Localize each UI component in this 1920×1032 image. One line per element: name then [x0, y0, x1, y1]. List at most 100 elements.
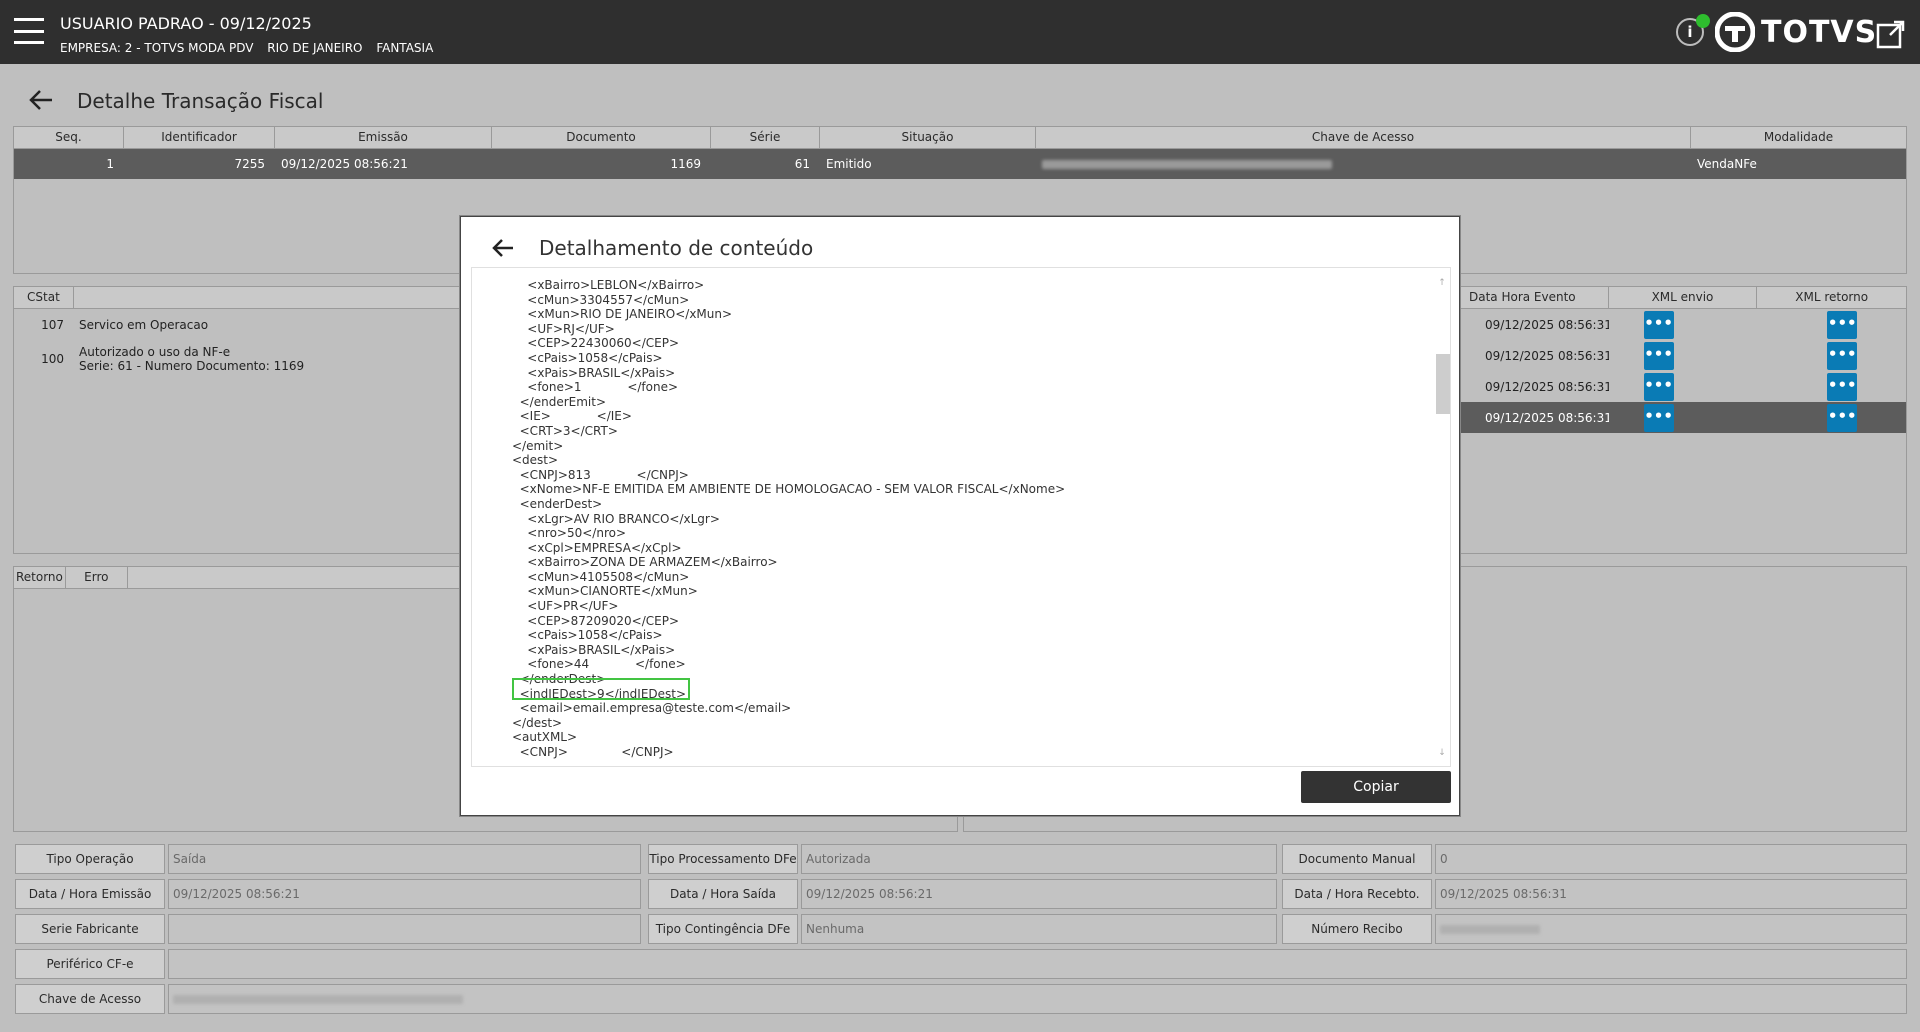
data-receb-label: Data / Hora Recebto.	[1282, 879, 1432, 909]
xml-envio-button[interactable]: •••	[1643, 341, 1674, 370]
company-fantasia: FANTASIA	[376, 41, 434, 55]
company-info: EMPRESA: 2 - TOTVS MODA PDV RIO DE JANEI…	[60, 41, 443, 55]
table-row[interactable]: 09/12/2025 08:56:31 ••• •••	[1436, 340, 1906, 371]
serie-fab-label: Serie Fabricante	[15, 914, 165, 944]
table-row[interactable]: 1 7255 09/12/2025 08:56:21 1169 61 Emiti…	[14, 149, 1906, 179]
col-seq[interactable]: Seq.	[14, 127, 124, 148]
col-modalidade[interactable]: Modalidade	[1691, 127, 1906, 148]
scroll-up-icon[interactable]: ↑	[1435, 276, 1449, 290]
cell-seq: 1	[106, 157, 114, 171]
periferico-field[interactable]	[168, 949, 1907, 979]
chave-field[interactable]	[168, 984, 1907, 1014]
xml-line: <cPais>1058</cPais>	[512, 628, 663, 643]
col-cstat[interactable]: CStat	[14, 287, 74, 308]
tipo-operacao-field[interactable]: Saída	[168, 844, 641, 874]
expand-icon[interactable]	[1876, 19, 1906, 49]
info-icon[interactable]: i	[1676, 14, 1710, 46]
xml-line: <xPais>BRASIL</xPais>	[512, 642, 676, 657]
xml-line: <autXML>	[512, 730, 578, 745]
chave-label: Chave de Acesso	[15, 984, 165, 1014]
col-erro[interactable]: Erro	[66, 567, 128, 588]
xml-retorno-button[interactable]: •••	[1827, 310, 1858, 339]
scroll-down-icon[interactable]: ↓	[1435, 746, 1449, 760]
cell-mensagem: Autorizado o uso da NF-e Serie: 61 - Num…	[74, 345, 304, 373]
num-recibo-label: Número Recibo	[1282, 914, 1432, 944]
tipo-cont-label: Tipo Contingência DFe	[648, 914, 798, 944]
xml-line: </dest>	[512, 715, 563, 730]
highlight-box	[512, 678, 690, 700]
cell-data-evento: 09/12/2025 08:56:31	[1485, 317, 1609, 332]
cell-documento: 1169	[670, 157, 701, 171]
xml-line: <IE> </IE>	[512, 409, 632, 424]
data-emissao-label: Data / Hora Emissão	[15, 879, 165, 909]
menu-icon[interactable]	[14, 18, 44, 44]
xml-envio-button[interactable]: •••	[1643, 310, 1674, 339]
cell-data-evento: 09/12/2025 08:56:31	[1485, 410, 1609, 425]
xml-line: <CEP>22430060</CEP>	[512, 336, 679, 351]
data-emissao-field[interactable]: 09/12/2025 08:56:21	[168, 879, 641, 909]
col-data-evento[interactable]: Data Hora Evento	[1436, 287, 1609, 308]
doc-manual-field[interactable]: 0	[1435, 844, 1907, 874]
xml-line: <xNome>NF-E EMITIDA EM AMBIENTE DE HOMOL…	[512, 482, 1066, 497]
col-identificador[interactable]: Identificador	[124, 127, 275, 148]
xml-line: <fone>1 </fone>	[512, 380, 679, 395]
col-situacao[interactable]: Situação	[820, 127, 1036, 148]
top-bar: USUARIO PADRAO - 09/12/2025 EMPRESA: 2 -…	[0, 0, 1920, 64]
copy-button[interactable]: Copiar	[1301, 771, 1451, 803]
num-recibo-field[interactable]	[1435, 914, 1907, 944]
data-saida-field[interactable]: 09/12/2025 08:56:21	[801, 879, 1277, 909]
page-title: Detalhe Transação Fiscal	[77, 89, 324, 113]
tipo-operacao-label: Tipo Operação	[15, 844, 165, 874]
tipo-cont-field[interactable]: Nenhuma	[801, 914, 1277, 944]
back-arrow-icon[interactable]	[491, 237, 515, 259]
col-xml-retorno[interactable]: XML retorno	[1757, 287, 1906, 308]
xml-line: <CEP>87209020</CEP>	[512, 613, 679, 628]
col-xml-envio[interactable]: XML envio	[1609, 287, 1758, 308]
serie-fab-field[interactable]	[168, 914, 641, 944]
cell-cstat: 107	[41, 318, 64, 332]
scroll-thumb[interactable]	[1436, 354, 1450, 414]
xml-line: <CRT>3</CRT>	[512, 423, 618, 438]
cell-data-evento: 09/12/2025 08:56:31	[1485, 348, 1609, 363]
col-serie[interactable]: Série	[711, 127, 820, 148]
col-chave[interactable]: Chave de Acesso	[1036, 127, 1691, 148]
xml-line: <CNPJ>813 </CNPJ>	[512, 467, 689, 482]
tipo-proc-field[interactable]: Autorizada	[801, 844, 1277, 874]
company-name: EMPRESA: 2 - TOTVS MODA PDV	[60, 41, 254, 55]
xml-line: <fone>44 </fone>	[512, 657, 686, 672]
xml-envio-button[interactable]: •••	[1643, 372, 1674, 401]
col-retorno[interactable]: Retorno	[14, 567, 66, 588]
table-row[interactable]: 09/12/2025 08:56:31 ••• •••	[1436, 371, 1906, 402]
scrollbar[interactable]: ↑ ↓	[1435, 276, 1450, 760]
mensagem-line-2: Serie: 61 - Numero Documento: 1169	[79, 359, 305, 373]
xml-line: </emit>	[512, 438, 564, 453]
data-saida-label: Data / Hora Saída	[648, 879, 798, 909]
back-arrow-icon[interactable]	[28, 88, 54, 112]
table-row[interactable]: 09/12/2025 08:56:31 ••• •••	[1436, 309, 1906, 340]
xml-retorno-button[interactable]: •••	[1827, 403, 1858, 432]
logo-text: TOTVS	[1761, 14, 1878, 50]
xml-retorno-button[interactable]: •••	[1827, 372, 1858, 401]
tipo-proc-label: Tipo Processamento DFe	[648, 844, 798, 874]
cell-identificador: 7255	[234, 157, 265, 171]
xml-line: <xMun>CIANORTE</xMun>	[512, 584, 698, 599]
transacao-grid-header: Seq. Identificador Emissão Documento Sér…	[14, 127, 1906, 149]
col-documento[interactable]: Documento	[492, 127, 711, 148]
cell-chave-redacted	[1036, 149, 1691, 179]
table-row[interactable]: 09/12/2025 08:56:31 ••• •••	[1436, 402, 1906, 433]
xml-line: <CNPJ> </CNPJ>	[512, 745, 674, 759]
data-receb-field[interactable]: 09/12/2025 08:56:31	[1435, 879, 1907, 909]
user-info: USUARIO PADRAO - 09/12/2025	[60, 14, 312, 33]
xml-line: <cPais>1058</cPais>	[512, 350, 663, 365]
status-dot	[1696, 14, 1710, 28]
content-detail-modal: Detalhamento de conteúdo <xBairro>LEBLON…	[460, 216, 1460, 816]
xml-line: <xMun>RIO DE JANEIRO</xMun>	[512, 307, 733, 322]
xml-envio-button[interactable]: •••	[1643, 403, 1674, 432]
col-emissao[interactable]: Emissão	[275, 127, 492, 148]
xml-line: <UF>RJ</UF>	[512, 321, 615, 336]
xml-line: <email>email.empresa@teste.com</email>	[512, 701, 792, 716]
totvs-logo: TOTVS	[1715, 12, 1877, 52]
cell-cstat: 100	[41, 352, 64, 366]
xml-retorno-button[interactable]: •••	[1827, 341, 1858, 370]
xml-line: <xLgr>AV RIO BRANCO</xLgr>	[512, 511, 720, 526]
